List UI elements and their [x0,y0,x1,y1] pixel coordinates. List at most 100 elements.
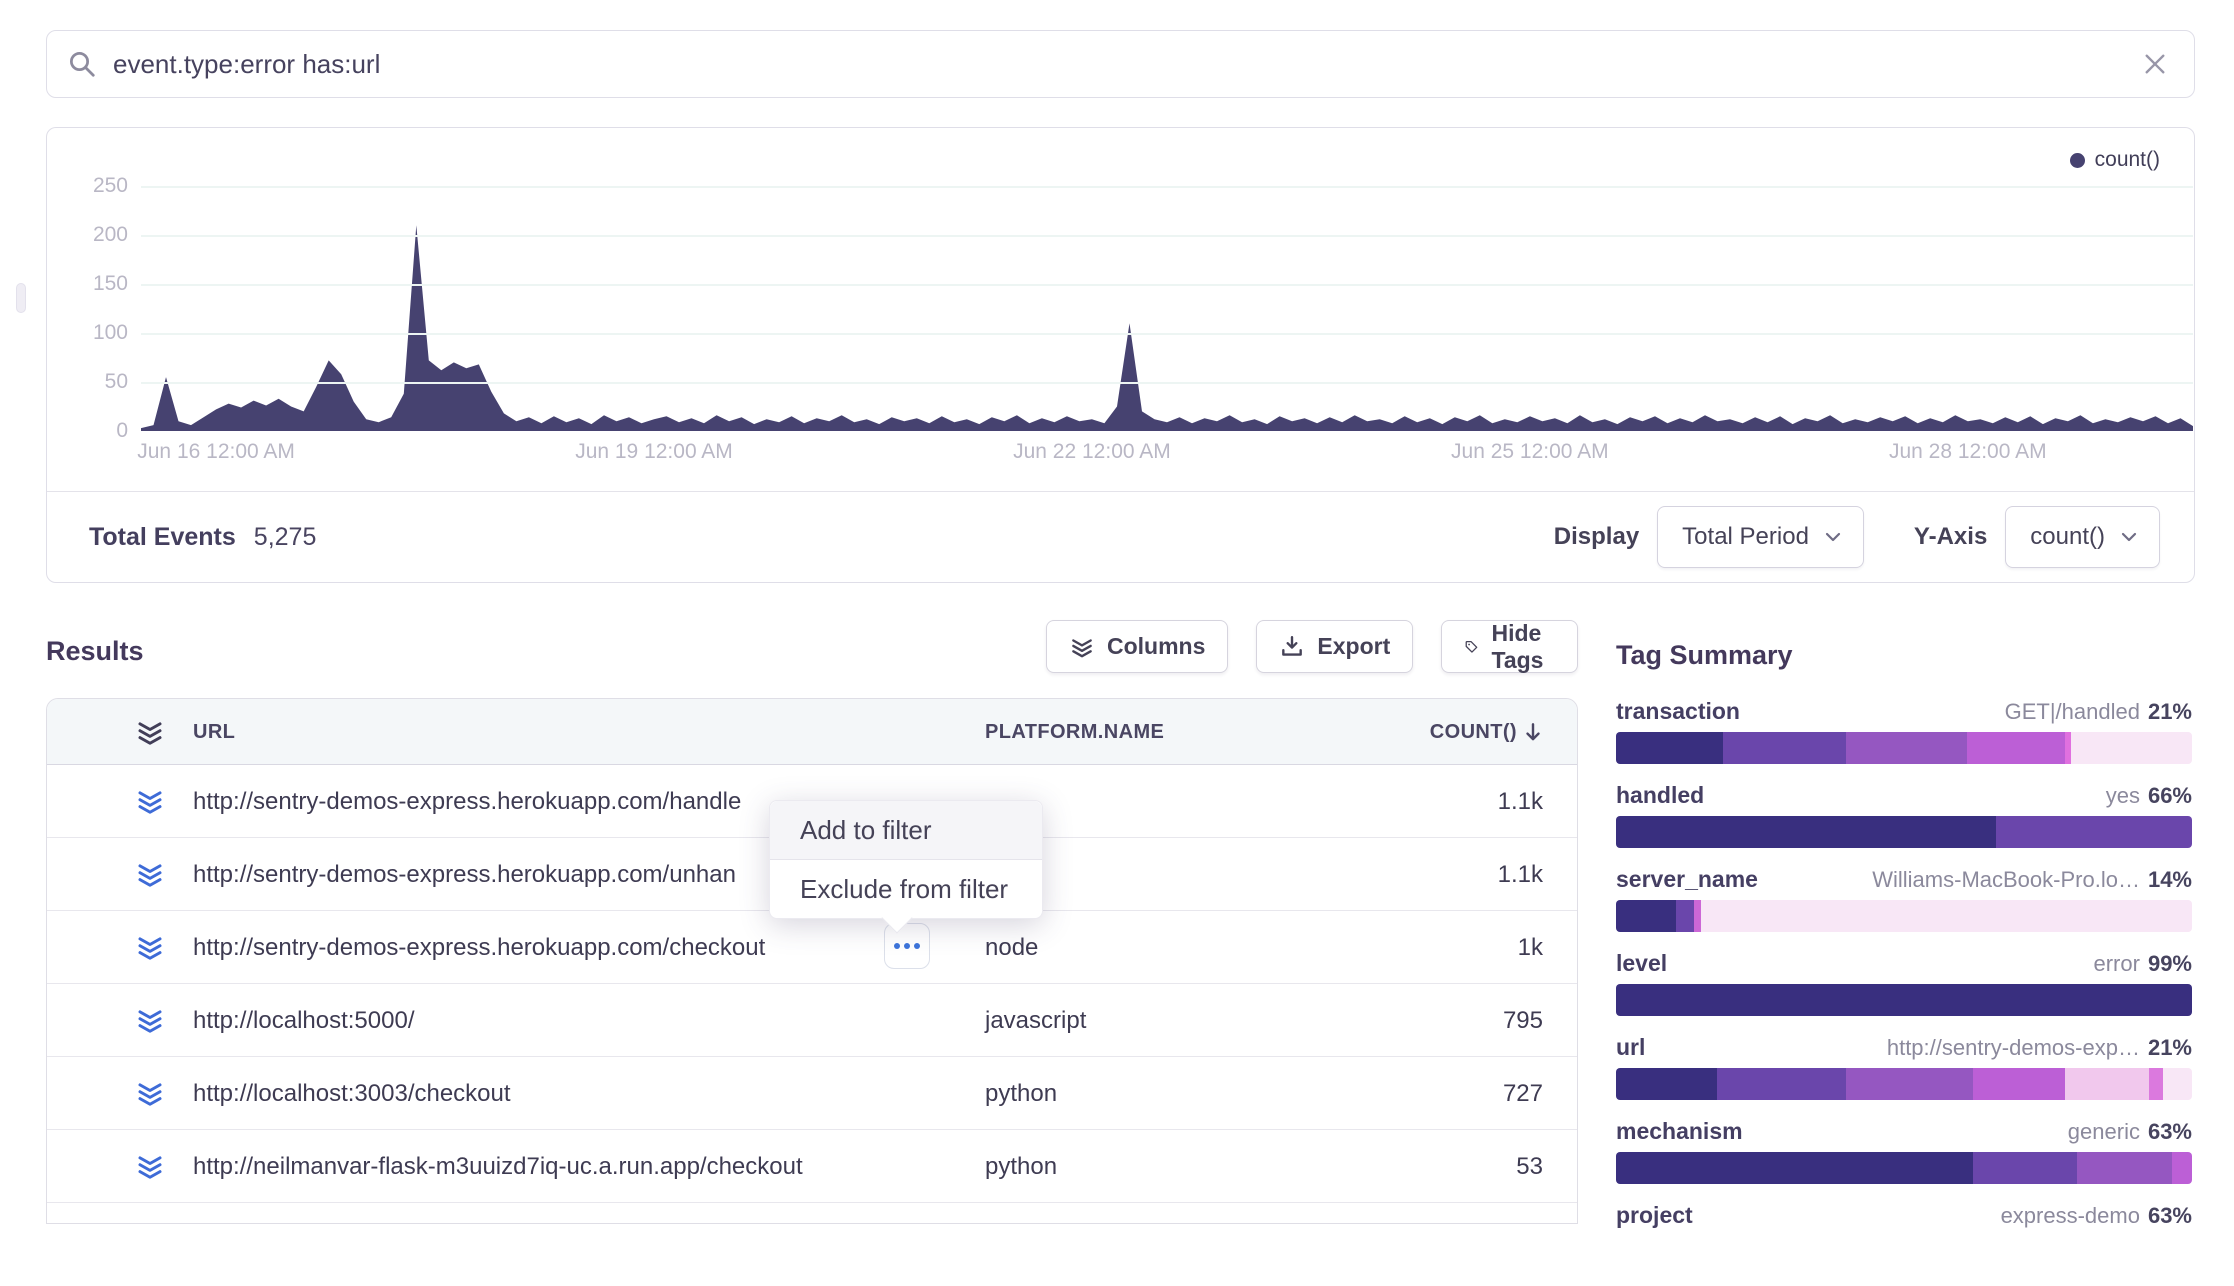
platform-cell: python [985,1057,1057,1130]
tag-name: url [1616,1034,1645,1061]
search-bar[interactable]: event.type:error has:url [46,30,2195,98]
tag-top-value: yes66% [2106,783,2192,809]
chevron-down-icon [2119,527,2139,547]
context-menu: Add to filter Exclude from filter [769,800,1043,919]
count-cell: 53 [1516,1130,1543,1203]
chart-footer: Total Events 5,275 Display Total Period … [47,491,2194,582]
gridline [141,186,2193,188]
tag-distribution-bar[interactable] [1616,816,2192,848]
tag-distribution-bar[interactable] [1616,1152,2192,1184]
table-row[interactable]: http://sentry-demos-express.herokuapp.co… [47,911,1577,984]
stack-icon [135,1077,165,1109]
total-events-label: Total Events [89,523,236,552]
x-axis-tick: Jun 22 12:00 AM [972,440,1212,464]
table-row[interactable]: http://neilmanvar-flask-m3uuizd7iq-uc.a.… [47,1130,1577,1203]
x-axis-tick: Jun 25 12:00 AM [1410,440,1650,464]
tag-top-value: error99% [2094,951,2193,977]
url-cell[interactable]: http://localhost:5000/ [193,984,414,1057]
y-axis-tick: 250 [47,172,128,200]
results-actions: Columns Export Hide Tags [1046,620,1578,673]
x-axis-tick: Jun 16 12:00 AM [96,440,336,464]
sort-desc-arrow-icon [1523,721,1543,743]
count-cell: 727 [1503,1057,1543,1130]
url-cell[interactable]: http://localhost:3003/checkout [193,1057,511,1130]
gridline [141,382,2193,384]
hide-tags-button[interactable]: Hide Tags [1441,620,1578,673]
count-cell: 1.1k [1498,838,1543,911]
total-events-value: 5,275 [254,523,317,552]
tag-row: url http://sentry-demos-exp…21% [1616,1034,2192,1100]
chart-panel: count() Total Events 5,275 Display Total… [46,127,2195,583]
stack-icon [135,931,165,963]
column-header-platform[interactable]: PLATFORM.NAME [985,699,1164,765]
platform-cell: javascript [985,984,1086,1057]
tag-row: handled yes66% [1616,782,2192,848]
url-cell[interactable]: http://neilmanvar-flask-m3uuizd7iq-uc.a.… [193,1130,803,1203]
url-cell[interactable]: http://sentry-demos-express.herokuapp.co… [193,911,765,984]
sidebar-collapse-handle[interactable] [16,283,26,313]
y-axis-tick: 200 [47,221,128,249]
x-axis-tick: Jun 28 12:00 AM [1848,440,2088,464]
platform-cell: node [985,911,1038,984]
menu-item-exclude-from-filter[interactable]: Exclude from filter [770,859,1042,918]
close-icon[interactable] [2142,51,2168,77]
tag-distribution-bar[interactable] [1616,900,2192,932]
stack-icon [135,858,165,890]
search-input[interactable]: event.type:error has:url [113,49,2142,80]
tag-top-value: generic63% [2068,1119,2192,1145]
tag-row: project express-demo63% [1616,1202,2192,1268]
table-row[interactable]: http://localhost:5000/ javascript 795 [47,984,1577,1057]
export-button[interactable]: Export [1256,620,1413,673]
tag-name: level [1616,950,1667,977]
stack-icon [135,1004,165,1036]
tag-icon [1464,634,1479,660]
stack-icon [1069,634,1095,660]
stack-icon[interactable] [135,716,165,748]
menu-item-add-to-filter[interactable]: Add to filter [770,801,1042,859]
count-cell: 1.1k [1498,765,1543,838]
table-header: URL PLATFORM.NAME COUNT() [47,699,1577,765]
yaxis-select[interactable]: count() [2005,506,2160,568]
row-actions-button[interactable] [884,923,930,969]
tag-row: level error99% [1616,950,2192,1016]
y-axis-tick: 50 [47,368,128,396]
column-header-url[interactable]: URL [193,699,235,765]
tag-name: handled [1616,782,1704,809]
tag-top-value: http://sentry-demos-exp…21% [1887,1035,2192,1061]
tag-distribution-bar[interactable] [1616,984,2192,1016]
table-row[interactable]: http://localhost:3003/checkout python 72… [47,1057,1577,1130]
tag-name: mechanism [1616,1118,1743,1145]
legend-dot-icon [2070,153,2085,168]
gridline [141,284,2193,286]
tag-summary-title: Tag Summary [1616,640,2192,674]
gridline [141,235,2193,237]
tag-top-value: Williams-MacBook-Pro.lo…14% [1872,867,2192,893]
search-icon [67,49,97,79]
tag-name: project [1616,1202,1693,1229]
tag-row: mechanism generic63% [1616,1118,2192,1184]
tag-top-value: GET|/handled21% [2005,699,2192,725]
stack-icon [135,1150,165,1182]
url-cell[interactable]: http://sentry-demos-express.herokuapp.co… [193,765,741,838]
display-label: Display [1554,523,1639,551]
y-axis-tick: 150 [47,270,128,298]
x-axis-tick: Jun 19 12:00 AM [534,440,774,464]
display-select[interactable]: Total Period [1657,506,1864,568]
y-axis-tick: 100 [47,319,128,347]
tag-summary: Tag Summary transaction GET|/handled21% … [1616,640,2192,1286]
tag-row: transaction GET|/handled21% [1616,698,2192,764]
chevron-down-icon [1823,527,1843,547]
chart-legend[interactable]: count() [2070,148,2160,172]
legend-label: count() [2095,148,2160,172]
tag-name: transaction [1616,698,1740,725]
column-header-count[interactable]: COUNT() [1430,699,1543,765]
url-cell[interactable]: http://sentry-demos-express.herokuapp.co… [193,838,736,911]
gridline [141,333,2193,335]
tag-name: server_name [1616,866,1758,893]
tag-rows: transaction GET|/handled21% handled yes6… [1616,698,2192,1268]
events-area-chart [141,180,2193,432]
results-table: URL PLATFORM.NAME COUNT() http://sentry-… [46,698,1578,1224]
tag-distribution-bar[interactable] [1616,1068,2192,1100]
columns-button[interactable]: Columns [1046,620,1228,673]
tag-distribution-bar[interactable] [1616,732,2192,764]
